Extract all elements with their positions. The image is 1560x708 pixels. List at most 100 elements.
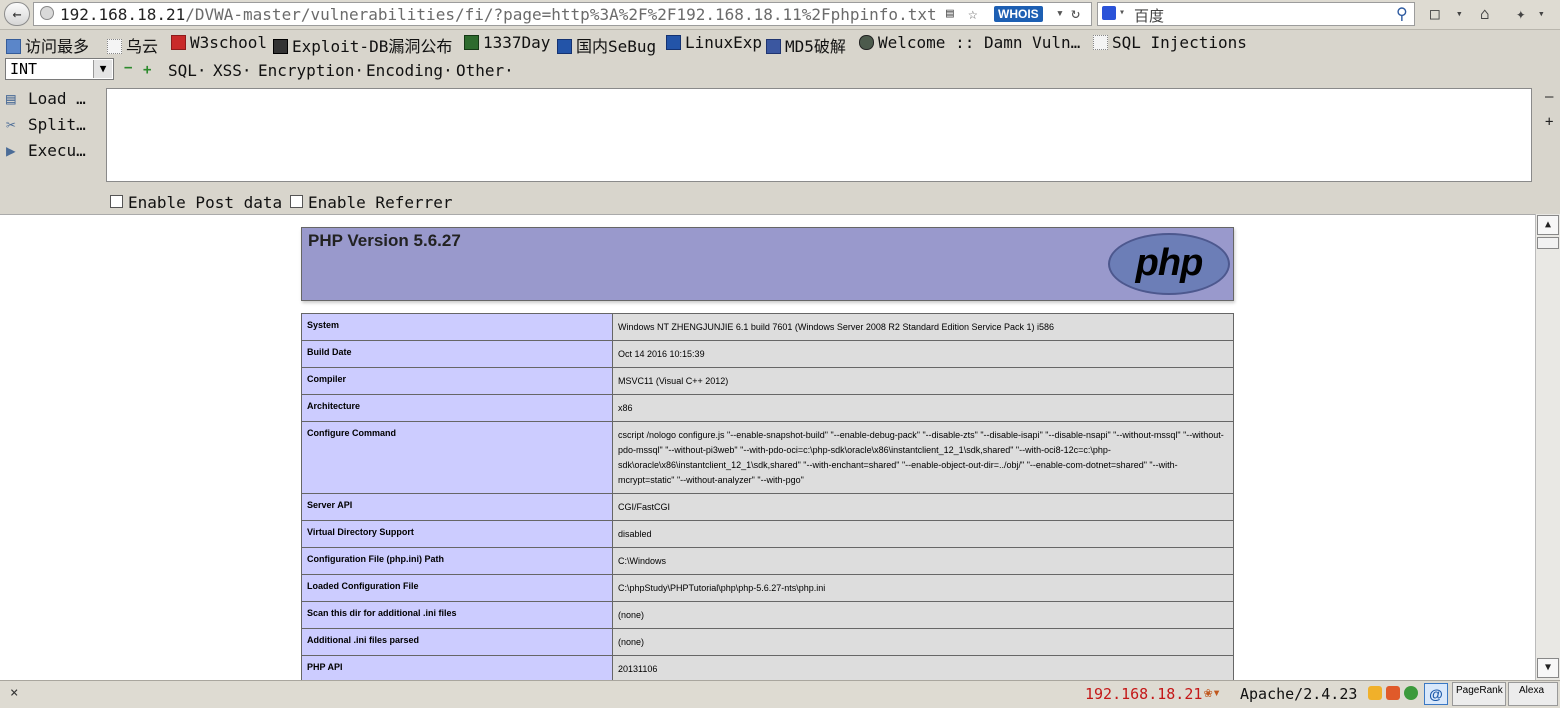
menu-xss[interactable]: XSS· bbox=[213, 61, 252, 80]
enable-referrer-checkbox[interactable]: Enable Referrer bbox=[290, 193, 453, 212]
bookmarks-dropdown-icon[interactable]: ▾ bbox=[1456, 7, 1463, 20]
enable-post-checkbox[interactable]: Enable Post data bbox=[110, 193, 282, 212]
search-icon[interactable]: ⚲ bbox=[1396, 4, 1408, 23]
page-content: PHP Version 5.6.27 php System Windows NT … bbox=[0, 214, 1535, 681]
execute-button[interactable]: ▶ Execu… bbox=[6, 141, 86, 160]
bookmark-star-icon[interactable]: ☆ bbox=[968, 4, 978, 23]
status-server: Apache/2.4.23 bbox=[1240, 685, 1358, 703]
table-row: System Windows NT ZHENGJUNJIE 6.1 build 7… bbox=[301, 313, 1234, 341]
row-value: 20131106 bbox=[612, 655, 1234, 681]
bookmark-1337day[interactable]: 1337Day bbox=[464, 33, 550, 52]
home-icon[interactable]: ⌂ bbox=[1480, 4, 1490, 23]
hackbar-url-textarea[interactable] bbox=[106, 88, 1532, 182]
menu-encoding[interactable]: Encoding· bbox=[366, 61, 453, 80]
whois-button[interactable]: WHOIS bbox=[994, 6, 1043, 22]
phpinfo-header: PHP Version 5.6.27 php bbox=[301, 227, 1234, 301]
bookmarks-menu-icon[interactable]: □ bbox=[1430, 4, 1440, 23]
table-row: Server API CGI/FastCGI bbox=[301, 493, 1234, 521]
url-path: /DVWA-master/vulnerabilities/fi/?page=ht… bbox=[185, 5, 937, 24]
row-value: (none) bbox=[612, 628, 1234, 656]
table-row: Virtual Directory Support disabled bbox=[301, 520, 1234, 548]
bookmark-linuxexp[interactable]: LinuxExp bbox=[666, 33, 762, 52]
pagerank-widget[interactable]: PageRank bbox=[1452, 682, 1506, 706]
bookmarks-toolbar: 访问最多 乌云 W3school Exploit-DB漏洞公布 1337Day … bbox=[0, 30, 1560, 57]
split-url-button[interactable]: ✂ Split… bbox=[6, 115, 86, 134]
decrease-icon[interactable]: − bbox=[124, 61, 134, 75]
scroll-thumb[interactable] bbox=[1537, 237, 1559, 249]
increase-icon[interactable]: + bbox=[143, 62, 151, 78]
addon-globe-icon[interactable] bbox=[1404, 686, 1418, 700]
exploit-icon bbox=[273, 39, 288, 54]
search-engine-icon[interactable] bbox=[1102, 6, 1116, 20]
row-key: Build Date bbox=[301, 340, 613, 368]
php-logo: php bbox=[1108, 233, 1230, 295]
dropdown-icon[interactable]: ▾ bbox=[1056, 6, 1064, 21]
table-row: PHP API 20131106 bbox=[301, 655, 1234, 681]
bookmark-md5[interactable]: MD5破解 bbox=[766, 33, 846, 57]
row-key: Additional .ini files parsed bbox=[301, 628, 613, 656]
bookmark-w3school[interactable]: W3school bbox=[171, 33, 267, 52]
bookmark-exploit-db[interactable]: Exploit-DB漏洞公布 bbox=[273, 33, 452, 57]
addon-dropdown-icon[interactable]: ▾ bbox=[1538, 7, 1545, 20]
alexa-widget[interactable]: Alexa bbox=[1508, 682, 1558, 706]
bookmark-sql-injections[interactable]: SQL Injections bbox=[1093, 33, 1247, 52]
row-key: Compiler bbox=[301, 367, 613, 395]
menu-sql[interactable]: SQL· bbox=[168, 61, 207, 80]
menu-other[interactable]: Other· bbox=[456, 61, 514, 80]
table-row: Configure Command cscript /nologo configu… bbox=[301, 421, 1234, 494]
site-identity-icon[interactable] bbox=[40, 6, 54, 20]
table-row: Architecture x86 bbox=[301, 394, 1234, 422]
addon-icon[interactable]: ✦ bbox=[1516, 4, 1526, 23]
bookmark-sebug[interactable]: 国内SeBug bbox=[557, 33, 656, 57]
bookmark-icon bbox=[6, 39, 21, 54]
row-value: disabled bbox=[612, 520, 1234, 548]
phpinfo-table: System Windows NT ZHENGJUNJIE 6.1 build 7… bbox=[301, 313, 1234, 681]
type-select[interactable]: INT ▼ bbox=[5, 58, 114, 80]
status-bar: × 192.168.18.21 ❀▾ Apache/2.4.23 @ PageR… bbox=[0, 680, 1560, 708]
table-row: Build Date Oct 14 2016 10:15:39 bbox=[301, 340, 1234, 368]
row-key: Virtual Directory Support bbox=[301, 520, 613, 548]
addon-fire-icon[interactable] bbox=[1386, 686, 1400, 700]
menu-encryption[interactable]: Encryption· bbox=[258, 61, 364, 80]
search-input[interactable]: 百度 bbox=[1134, 5, 1164, 26]
search-box[interactable]: ▾ 百度 ⚲ bbox=[1097, 2, 1415, 26]
reload-icon[interactable]: ↻ bbox=[1071, 4, 1080, 22]
row-key: Server API bbox=[301, 493, 613, 521]
table-row: Loaded Configuration File C:\phpStudy\PHP… bbox=[301, 574, 1234, 602]
scroll-down-button[interactable]: ▼ bbox=[1537, 658, 1559, 678]
row-key: System bbox=[301, 313, 613, 341]
status-ip[interactable]: 192.168.18.21 bbox=[1085, 685, 1202, 703]
fox-addon-icon[interactable]: ❀▾ bbox=[1204, 685, 1221, 701]
linux-icon bbox=[666, 35, 681, 50]
address-bar[interactable]: 192.168.18.21/DVWA-master/vulnerabilitie… bbox=[33, 2, 1092, 26]
row-value: Oct 14 2016 10:15:39 bbox=[612, 340, 1234, 368]
url-text[interactable]: 192.168.18.21/DVWA-master/vulnerabilitie… bbox=[60, 5, 937, 24]
row-key: PHP API bbox=[301, 655, 613, 681]
close-findbar-button[interactable]: × bbox=[10, 685, 18, 701]
vertical-scrollbar[interactable]: ▲ ▼ bbox=[1535, 214, 1560, 680]
bookmark-most-visited[interactable]: 访问最多 bbox=[6, 33, 89, 57]
back-button[interactable]: ← bbox=[4, 2, 30, 26]
row-value: x86 bbox=[612, 394, 1234, 422]
grow-textarea-button[interactable]: + bbox=[1545, 114, 1553, 130]
chevron-down-icon[interactable]: ▼ bbox=[93, 60, 112, 78]
table-row: Compiler MSVC11 (Visual C++ 2012) bbox=[301, 367, 1234, 395]
search-engine-dropdown-icon[interactable]: ▾ bbox=[1119, 7, 1125, 18]
page-info-icon[interactable]: ▤ bbox=[946, 6, 954, 21]
bookmark-wooyun[interactable]: 乌云 bbox=[107, 33, 158, 57]
row-key: Loaded Configuration File bbox=[301, 574, 613, 602]
row-key: Scan this dir for additional .ini files bbox=[301, 601, 613, 629]
at-icon[interactable]: @ bbox=[1424, 683, 1448, 705]
play-icon: ▶ bbox=[6, 141, 16, 160]
shrink-textarea-button[interactable]: – bbox=[1545, 89, 1553, 105]
scroll-up-button[interactable]: ▲ bbox=[1537, 215, 1559, 235]
table-row: Additional .ini files parsed (none) bbox=[301, 628, 1234, 656]
row-value: cscript /nologo configure.js "--enable-s… bbox=[612, 421, 1234, 494]
row-key: Architecture bbox=[301, 394, 613, 422]
addon-p-icon[interactable] bbox=[1368, 686, 1382, 700]
row-value: C:\Windows bbox=[612, 547, 1234, 575]
bookmark-dvwa[interactable]: Welcome :: Damn Vuln… bbox=[859, 33, 1080, 52]
w3-icon bbox=[171, 35, 186, 50]
row-value: C:\phpStudy\PHPTutorial\php\php-5.6.27-n… bbox=[612, 574, 1234, 602]
load-url-button[interactable]: ▤ Load … bbox=[6, 89, 86, 108]
